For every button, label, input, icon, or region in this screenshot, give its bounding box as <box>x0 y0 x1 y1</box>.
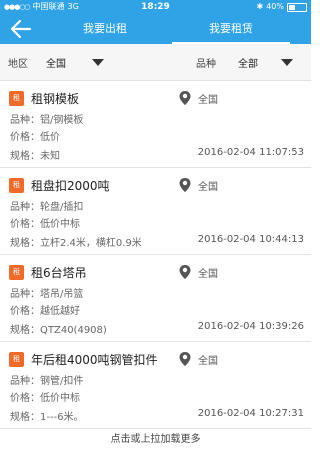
price-value: 低价中标 <box>40 219 80 230</box>
item-type-row: 品种：铝/钢模板 <box>10 111 83 126</box>
price-value: 低价中标 <box>40 393 80 404</box>
battery-percent: 40% <box>266 2 284 11</box>
item-location: 全国 <box>198 269 218 280</box>
list-item[interactable]: 租 租钢模板 全国 品种：铝/钢模板 价格：低价 规格：未知 2016-02-0… <box>0 81 311 168</box>
map-pin-icon <box>179 91 191 105</box>
item-date: 2016-02-04 11:07:53 <box>197 147 304 158</box>
load-more-button[interactable]: 点击或上拉加载更多 <box>0 430 311 445</box>
spec-key: 规格： <box>10 412 40 423</box>
arrow-left-icon[interactable] <box>10 19 32 39</box>
spec-value: 立杆2.4米，横杠0.9米 <box>40 238 142 249</box>
spec-value: 未知 <box>40 151 60 162</box>
rent-badge-icon: 租 <box>9 178 24 193</box>
region-label: 地区 <box>8 59 28 70</box>
rent-badge-icon: 租 <box>9 352 24 367</box>
tab-rent-in[interactable]: 我要租赁 <box>172 14 290 44</box>
bluetooth-icon: ✱ <box>256 2 264 11</box>
price-key: 价格： <box>10 306 40 317</box>
tab-rent-in-label: 我要租赁 <box>209 22 253 35</box>
item-spec-row: 规格：立杆2.4米，横杠0.9米 <box>10 234 142 249</box>
type-value: 塔吊/吊篮 <box>40 289 84 300</box>
type-value: 钢管/扣件 <box>40 376 84 387</box>
type-dropdown[interactable]: 全部 <box>238 55 258 70</box>
map-pin-icon <box>179 265 191 279</box>
item-price-row: 价格：越低越好 <box>10 302 80 317</box>
filter-bar: 地区 全国 品种 全部 <box>0 44 311 81</box>
item-date: 2016-02-04 10:44:13 <box>197 234 304 245</box>
item-title: 租6台塔吊 <box>31 266 87 280</box>
item-title: 租钢模板 <box>31 92 80 106</box>
item-price-row: 价格：低价 <box>10 128 60 143</box>
type-key: 品种： <box>10 202 40 213</box>
item-title: 租盘扣2000吨 <box>31 179 110 193</box>
spec-key: 规格： <box>10 325 40 336</box>
price-key: 价格： <box>10 393 40 404</box>
list-item[interactable]: 租 租6台塔吊 全国 品种：塔吊/吊篮 价格：越低越好 规格：QTZ40(490… <box>0 255 311 342</box>
price-value: 低价 <box>40 132 60 143</box>
spec-value: QTZ40(4908) <box>40 325 107 336</box>
price-key: 价格： <box>10 132 40 143</box>
item-spec-row: 规格：QTZ40(4908) <box>10 321 107 336</box>
item-spec-row: 规格：1---6米。 <box>10 408 84 423</box>
type-dropdown-icon[interactable] <box>281 59 293 66</box>
item-title: 年后租4000吨钢管扣件 <box>31 353 158 367</box>
item-type-row: 品种：钢管/扣件 <box>10 372 83 387</box>
item-price-row: 价格：低价中标 <box>10 389 80 404</box>
tab-rent-out-label: 我要出租 <box>83 22 127 35</box>
list-item[interactable]: 租 年后租4000吨钢管扣件 全国 品种：钢管/扣件 价格：低价中标 规格：1-… <box>0 342 311 429</box>
type-key: 品种： <box>10 289 40 300</box>
type-value: 铝/钢模板 <box>40 115 84 126</box>
status-bar: ●●●○○ 中国联通 3G 18:29 ✱ 40% <box>0 0 311 14</box>
region-dropdown[interactable]: 全国 <box>46 55 66 70</box>
item-type-row: 品种：轮盘/插扣 <box>10 198 83 213</box>
item-type-row: 品种：塔吊/吊篮 <box>10 285 83 300</box>
rent-badge-icon: 租 <box>9 265 24 280</box>
region-dropdown-icon[interactable] <box>92 59 104 66</box>
nav-bar: 我要出租 我要租赁 <box>0 14 311 44</box>
item-price-row: 价格：低价中标 <box>10 215 80 230</box>
price-key: 价格： <box>10 219 40 230</box>
item-location: 全国 <box>198 356 218 367</box>
spec-value: 1---6米。 <box>40 412 84 423</box>
type-value: 轮盘/插扣 <box>40 202 84 213</box>
item-spec-row: 规格：未知 <box>10 147 60 162</box>
item-date: 2016-02-04 10:39:26 <box>197 321 304 332</box>
item-location: 全国 <box>198 95 218 106</box>
type-key: 品种： <box>10 376 40 387</box>
item-location: 全国 <box>198 182 218 193</box>
type-key: 品种： <box>10 115 40 126</box>
list-item[interactable]: 租 租盘扣2000吨 全国 品种：轮盘/插扣 价格：低价中标 规格：立杆2.4米… <box>0 168 311 255</box>
type-label: 品种 <box>196 59 216 70</box>
price-value: 越低越好 <box>40 306 80 317</box>
tab-rent-out[interactable]: 我要出租 <box>46 14 164 44</box>
map-pin-icon <box>179 178 191 192</box>
rental-list: 租 租钢模板 全国 品种：铝/钢模板 价格：低价 规格：未知 2016-02-0… <box>0 81 311 429</box>
spec-key: 规格： <box>10 151 40 162</box>
spec-key: 规格： <box>10 238 40 249</box>
battery-icon <box>287 2 307 12</box>
rent-badge-icon: 租 <box>9 91 24 106</box>
item-date: 2016-02-04 10:27:31 <box>197 408 304 419</box>
map-pin-icon <box>179 352 191 366</box>
